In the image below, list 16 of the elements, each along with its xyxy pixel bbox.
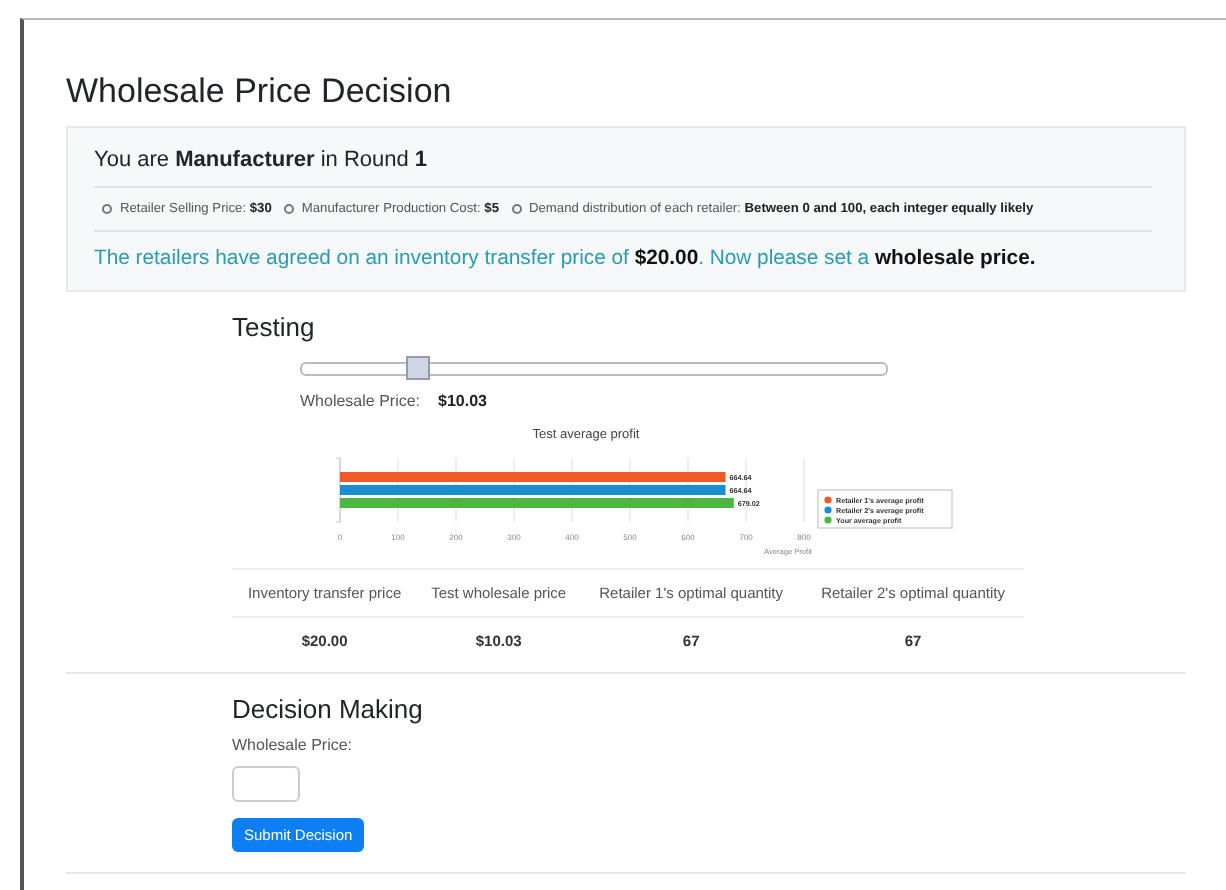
notice-text: The retailers have agreed on an inventory transfer price of $20.00. Now please set a wholesale price. xyxy=(94,246,1038,274)
role-text: You are Manufacturer in Round 1 xyxy=(94,128,1152,188)
legend-box xyxy=(817,489,953,529)
price-slider[interactable] xyxy=(300,362,888,376)
price-value: $10.03 xyxy=(438,392,487,410)
slider-thumb[interactable] xyxy=(406,356,431,380)
section-heading: Decision Making xyxy=(232,692,425,728)
y-axis xyxy=(335,457,341,523)
bullet-icon xyxy=(511,204,521,214)
price-input[interactable] xyxy=(232,766,300,802)
price-label: Wholesale Price: xyxy=(300,392,421,410)
page-title: Wholesale Price Decision xyxy=(66,70,454,114)
field-label: Wholesale Price: xyxy=(232,736,355,754)
bullet-icon xyxy=(283,204,294,214)
bullet-icon xyxy=(102,204,112,214)
section-heading: Testing xyxy=(232,310,317,346)
